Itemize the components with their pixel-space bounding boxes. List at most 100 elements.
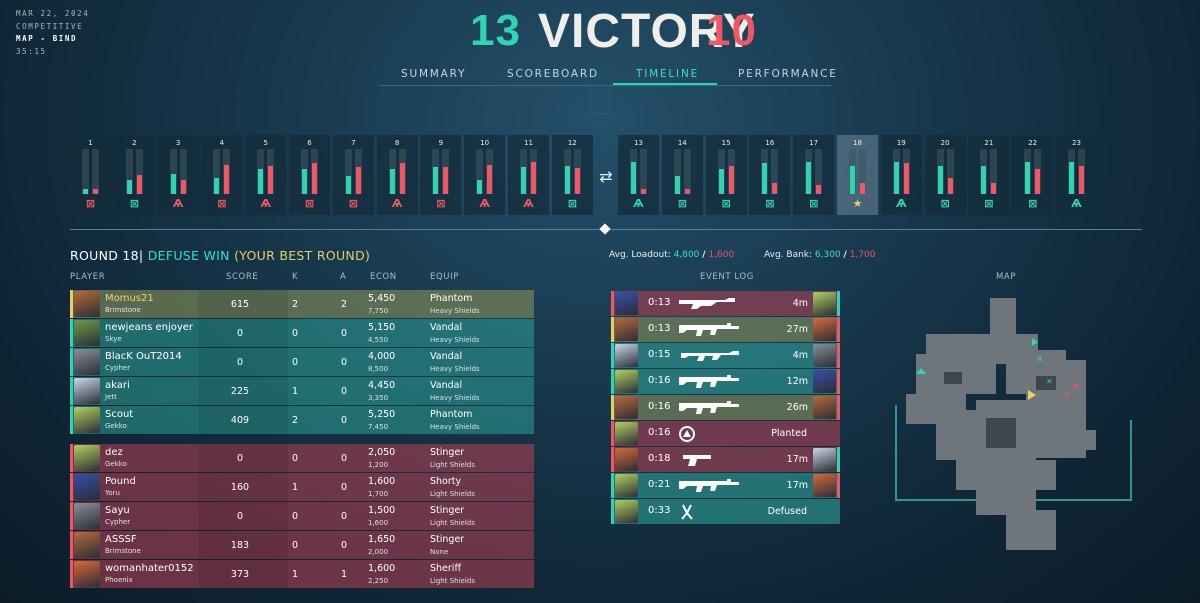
col-kills: K — [292, 272, 299, 282]
enemy-loadout-bar — [860, 183, 865, 194]
timeline-marker[interactable] — [599, 223, 611, 235]
agent-name: Brimstone — [105, 547, 141, 555]
tab-summary[interactable]: SUMMARY — [401, 66, 466, 86]
player-name: akari — [105, 380, 130, 391]
elimination-icon: ⊠ — [984, 197, 994, 210]
round-13[interactable]: 13 Ѧ — [618, 135, 659, 215]
player-row[interactable]: dez Gekko 0 0 0 2,050 1,200 Stinger Light Shield… — [70, 444, 534, 472]
agent-name: Cypher — [105, 364, 131, 372]
tab-performance[interactable]: PERFORMANCE — [738, 66, 838, 86]
round-16[interactable]: 16 ⊠ — [749, 135, 791, 215]
ally-loadout-bar — [1069, 162, 1074, 194]
killer-avatar — [615, 370, 638, 393]
player-assists: 0 — [340, 511, 348, 522]
player-row[interactable]: womanhater0152 Phoenix 373 1 1 1,600 2,250 Sher… — [70, 560, 534, 588]
round-number: 21 — [984, 139, 994, 147]
enemy-loadout-bar — [1079, 166, 1084, 194]
round-11[interactable]: 11 Ѧ — [508, 135, 549, 215]
player-row[interactable]: newjeans enjoyer Skye 0 0 0 5,150 4,550 Vandal H… — [70, 319, 534, 347]
event-row[interactable]: 0:13 27m — [611, 317, 840, 342]
player-assists: 2 — [340, 299, 348, 310]
round-8[interactable]: 8Ѧ — [376, 135, 418, 215]
enemy-loadout-bar — [574, 168, 580, 194]
victim-side-stripe — [837, 473, 840, 498]
spike-icon: Ѧ — [633, 197, 644, 210]
shield-type: Light Shields — [430, 577, 475, 585]
agent-name: Phoenix — [105, 576, 133, 584]
player-score: 409 — [230, 415, 250, 426]
enemy-loadout-bar — [531, 162, 536, 194]
round-5[interactable]: 5Ѧ — [245, 135, 287, 215]
agent-name: Skye — [105, 335, 122, 343]
event-row[interactable]: 0:15 4m — [611, 343, 840, 368]
tab-scoreboard[interactable]: SCOREBOARD — [507, 66, 599, 86]
match-date: MAR 22, 2024 — [16, 9, 90, 18]
round-19[interactable]: 19 Ѧ — [880, 135, 922, 215]
player-name: Pound — [105, 476, 136, 487]
round-18[interactable]: 18 ★ — [837, 135, 878, 215]
event-row[interactable]: 0:16 12m — [611, 369, 840, 394]
victim-avatar — [813, 318, 836, 341]
team-stripe — [70, 377, 73, 405]
agent-avatar — [74, 349, 100, 375]
player-kills: 0 — [291, 357, 299, 368]
spike-icon: Ѧ — [895, 197, 907, 210]
player-row[interactable]: Sayu Cypher 0 0 0 1,500 1,600 Stinger Light Shie… — [70, 502, 534, 530]
round-3[interactable]: 3Ѧ — [157, 135, 199, 215]
round-number: 13 — [634, 139, 643, 147]
round-14[interactable]: 14 ⊠ — [661, 135, 703, 215]
round-2[interactable]: 2 ⊠ — [113, 135, 155, 215]
round-21[interactable]: 21 ⊠ — [968, 135, 1010, 215]
round-23[interactable]: 23 Ѧ — [1056, 135, 1097, 215]
player-row[interactable]: ASSSF Brimstone 183 0 0 1,650 2,000 Stinger None — [70, 531, 534, 559]
event-row[interactable]: 0:21 17m — [611, 473, 840, 498]
team-stripe — [70, 560, 73, 588]
team-stripe — [70, 444, 73, 472]
round-number: 8 — [394, 139, 400, 147]
round-10[interactable]: 10 Ѧ — [464, 135, 506, 215]
spike-icon: Ѧ — [260, 197, 272, 210]
enemy-loadout-bar — [443, 167, 449, 194]
agent-avatar — [74, 291, 100, 317]
team-stripe — [70, 348, 73, 376]
enemy-loadout-bar — [772, 183, 778, 194]
player-row[interactable]: Scout Gekko 409 2 0 5,250 7,450 Phantom Heavy Sh… — [70, 406, 534, 434]
round-20[interactable]: 20 ⊠ — [924, 135, 966, 215]
enemy-loadout-bar — [1035, 169, 1041, 194]
enemy-loadout-bar — [224, 165, 230, 194]
enemy-loadout-bar — [641, 189, 646, 194]
event-row[interactable]: 0:16 26m — [611, 395, 840, 420]
player-row[interactable]: Pound Yoru 160 1 0 1,600 1,700 Shorty Light Shie… — [70, 473, 534, 501]
round-15[interactable]: 15 ⊠ — [705, 135, 747, 215]
credits-remaining: 3,350 — [368, 394, 389, 402]
minimap[interactable]: ✕ ✕ ✕ ✕ — [886, 290, 1146, 560]
player-row[interactable]: BlacK OuT2014 Cypher 0 0 0 4,000 8,500 Vandal He… — [70, 348, 534, 376]
round-9[interactable]: 9 ⊠ — [420, 135, 462, 215]
event-row[interactable]: 0:16 Planted — [611, 421, 840, 446]
col-assists: A — [340, 272, 347, 282]
player-row[interactable]: Momus21 Brimstone 615 2 2 5,450 7,750 Phantom He… — [70, 290, 534, 318]
agent-name: Gekko — [105, 460, 127, 468]
col-econ: ECON — [370, 272, 397, 282]
round-number: 4 — [219, 139, 225, 147]
player-score: 0 — [236, 328, 244, 339]
round-6[interactable]: 6 ⊠ — [289, 135, 330, 215]
round-4[interactable]: 4 ⊠ — [201, 135, 243, 215]
round-7[interactable]: 7 ⊠ — [332, 135, 374, 215]
round-17[interactable]: 17 ⊠ — [793, 135, 835, 215]
event-row[interactable]: 0:33 Defused — [611, 499, 840, 524]
shield-type: Heavy Shields — [430, 336, 480, 344]
event-row[interactable]: 0:18 17m — [611, 447, 840, 472]
round-12[interactable]: 12 ⊠ — [551, 135, 593, 215]
event-row[interactable]: 0:13 4m — [611, 291, 840, 316]
loadout-value: 1,600 — [368, 476, 396, 487]
player-row[interactable]: akari Jett 225 1 0 4,450 3,350 Vandal Heavy Shie… — [70, 377, 534, 405]
player-assists: 0 — [340, 328, 348, 339]
enemy-death-marker: ✕ — [1071, 380, 1080, 393]
ally-loadout-bar — [806, 162, 812, 194]
weapon-name: Vandal — [430, 351, 463, 362]
credits-remaining: 4,550 — [368, 336, 389, 344]
defuser-icon — [681, 504, 693, 520]
round-1[interactable]: 1 ⊠ — [70, 135, 111, 215]
round-22[interactable]: 22 ⊠ — [1012, 135, 1054, 215]
